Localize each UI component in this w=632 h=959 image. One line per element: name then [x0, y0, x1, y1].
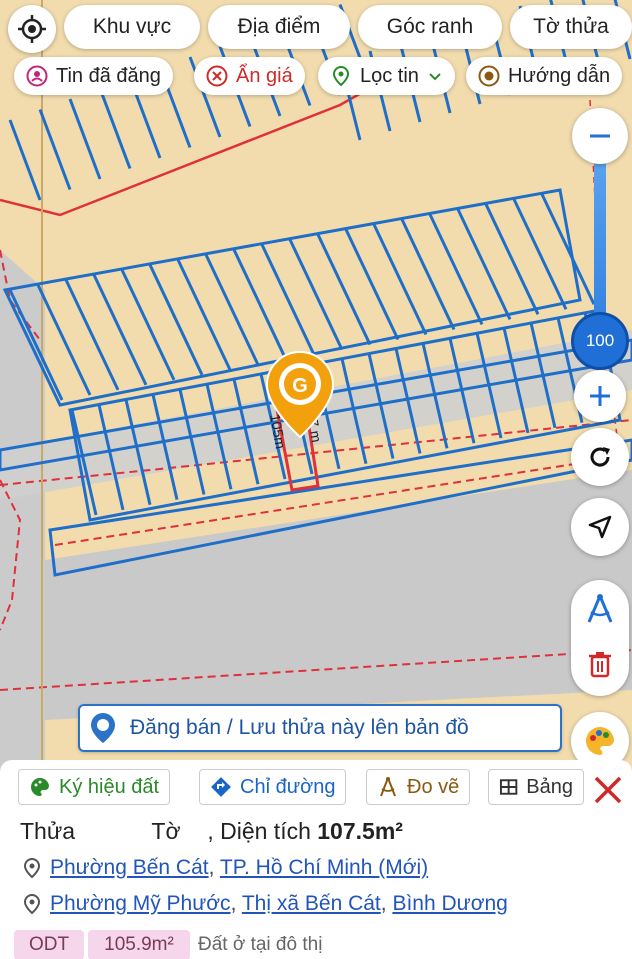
chip-an-gia[interactable]: Ẩn giá: [194, 57, 305, 95]
chip-khu-vuc[interactable]: Khu vực: [64, 5, 200, 49]
tab-ky-hieu-dat-label: Ký hiệu đất: [59, 775, 160, 798]
land-desc-text: Đất ở tại đô thị: [198, 934, 323, 955]
marker-letter: G: [292, 375, 308, 397]
tab-chi-duong[interactable]: Chỉ đường: [199, 769, 347, 805]
play-circle-icon: [478, 65, 500, 87]
parcel-title: Thửa Tờ , Diện tích 107.5m²: [20, 818, 403, 845]
chip-tin-da-dang-label: Tin đã đăng: [56, 64, 161, 87]
tab-ky-hieu-dat[interactable]: Ký hiệu đất: [18, 769, 171, 805]
chip-huong-dan[interactable]: Hướng dẫn: [466, 57, 623, 95]
location-pin-outline-icon: [23, 857, 41, 879]
close-icon: [594, 776, 622, 804]
delete-button[interactable]: [587, 650, 613, 683]
navigation-arrow-icon: [588, 515, 612, 539]
close-panel-button[interactable]: [590, 772, 626, 808]
zoom-level-text: 100: [585, 331, 615, 350]
zoom-out-button[interactable]: [572, 108, 628, 164]
plus-icon: [590, 386, 610, 406]
chip-goc-ranh-label: Góc ranh: [386, 15, 474, 38]
crosshair-icon: [18, 15, 46, 43]
chip-dia-diem-label: Địa điểm: [237, 15, 321, 38]
user-pin-icon: [26, 65, 48, 87]
locate-button[interactable]: [8, 5, 56, 53]
tab-bang[interactable]: Bảng: [488, 769, 584, 805]
chip-loc-tin-label: Lọc tin: [360, 64, 419, 87]
compass-draw-icon: [587, 594, 613, 623]
chip-tin-da-dang[interactable]: Tin đã đăng: [14, 57, 173, 95]
location-old-ward-link[interactable]: Phường Mỹ Phước: [50, 892, 231, 915]
tab-do-ve[interactable]: Đo vẽ: [366, 769, 471, 805]
chip-goc-ranh[interactable]: Góc ranh: [358, 5, 502, 49]
chip-to-thua-label: Tờ thửa: [533, 15, 609, 38]
thua-label: Thửa: [20, 818, 76, 844]
to-label: Tờ: [151, 818, 181, 844]
location-pin-icon: [330, 65, 352, 87]
land-code-tag: ODT: [14, 930, 84, 959]
chip-to-thua[interactable]: Tờ thửa: [510, 5, 632, 49]
palette-icon: [31, 777, 49, 796]
chip-dia-diem[interactable]: Địa điểm: [208, 5, 350, 49]
location-old-province-link[interactable]: Bình Dương: [392, 892, 507, 915]
chip-an-gia-label: Ẩn giá: [236, 64, 293, 87]
table-icon: [499, 779, 518, 795]
save-parcel-label: Đăng bán / Lưu thửa này lên bản đồ: [130, 716, 469, 739]
tab-do-ve-label: Đo vẽ: [407, 775, 460, 798]
area-value: 107.5m²: [317, 818, 403, 844]
land-desc: Đất ở tại đô thị: [198, 930, 322, 959]
parcel-info-panel: Ký hiệu đất Chỉ đường Đo vẽ Bảng Thửa Tờ…: [0, 760, 632, 959]
minus-icon: [590, 134, 610, 138]
palette-layers-icon: [586, 726, 614, 755]
navigate-button[interactable]: [571, 498, 629, 556]
tab-bang-label: Bảng: [526, 775, 573, 798]
zoom-in-button[interactable]: [574, 370, 626, 422]
chip-huong-dan-label: Hướng dẫn: [508, 64, 611, 87]
location-old: Phường Mỹ Phước, Thị xã Bến Cát, Bình Dư…: [22, 892, 508, 916]
trash-icon: [589, 652, 611, 678]
chip-khu-vuc-label: Khu vực: [92, 15, 172, 38]
area-prefix: , Diện tích: [207, 818, 311, 844]
land-code-text: ODT: [28, 934, 70, 955]
refresh-button[interactable]: [571, 428, 629, 486]
map-pin-logo-icon: [91, 713, 115, 743]
location-new-city-link[interactable]: TP. Hồ Chí Minh (Mới): [220, 856, 428, 879]
location-new: Phường Bến Cát, TP. Hồ Chí Minh (Mới): [22, 856, 428, 880]
close-circle-icon: [206, 65, 228, 87]
zoom-level-badge[interactable]: 100: [571, 312, 629, 370]
measure-tool-button[interactable]: [583, 592, 617, 631]
chevron-down-icon: [427, 68, 443, 84]
direction-icon: [211, 777, 231, 797]
compass-icon: [380, 777, 396, 797]
refresh-icon: [590, 447, 610, 467]
chip-loc-tin[interactable]: Lọc tin: [318, 57, 455, 95]
location-old-town-link[interactable]: Thị xã Bến Cát: [242, 892, 381, 915]
location-pin-outline-icon: [23, 893, 41, 915]
land-area-text: 105.9m²: [104, 934, 174, 955]
tab-chi-duong-label: Chỉ đường: [240, 775, 336, 798]
land-area-tag: 105.9m²: [88, 930, 190, 959]
save-parcel-banner[interactable]: Đăng bán / Lưu thửa này lên bản đồ: [78, 704, 562, 752]
tools-panel: [571, 580, 629, 696]
location-new-ward-link[interactable]: Phường Bến Cát: [50, 856, 209, 879]
